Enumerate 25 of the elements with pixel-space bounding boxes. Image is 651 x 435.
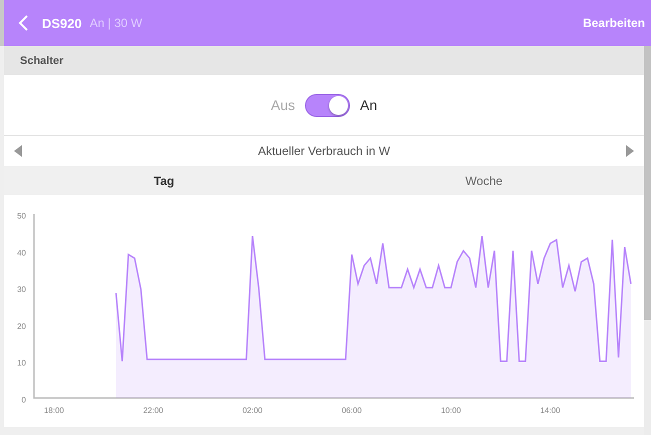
device-title: DS920 (42, 16, 82, 30)
tab[interactable]: Tag (4, 166, 324, 195)
y-tick-label: 10 (17, 358, 26, 368)
off-label: Aus (270, 97, 295, 113)
device-status: An | 30 W (90, 16, 142, 30)
x-tick-label: 14:00 (540, 406, 560, 415)
y-tick-label: 50 (17, 212, 26, 220)
y-tick-label: 20 (17, 322, 26, 331)
x-tick-label: 02:00 (242, 406, 263, 415)
next-icon[interactable] (626, 145, 634, 157)
edit-link[interactable]: Bearbeiten (582, 16, 645, 30)
x-tick-label: 10:00 (441, 406, 462, 415)
previous-icon[interactable] (14, 145, 22, 157)
back-icon[interactable] (18, 15, 30, 31)
x-tick-label: 22:00 (143, 406, 164, 415)
x-tick-label: 06:00 (342, 406, 362, 415)
x-tick-label: 18:00 (44, 406, 64, 415)
y-tick-label: 30 (17, 285, 26, 294)
y-tick-label: 40 (17, 248, 26, 258)
toggle-switch[interactable] (305, 94, 350, 116)
y-tick-label: 0 (22, 396, 26, 404)
tab[interactable]: Woche (324, 166, 644, 195)
chart-title: Aktueller Verbrauch in W (258, 144, 390, 158)
on-label: An (360, 97, 378, 113)
section-header: Schalter (4, 46, 644, 75)
